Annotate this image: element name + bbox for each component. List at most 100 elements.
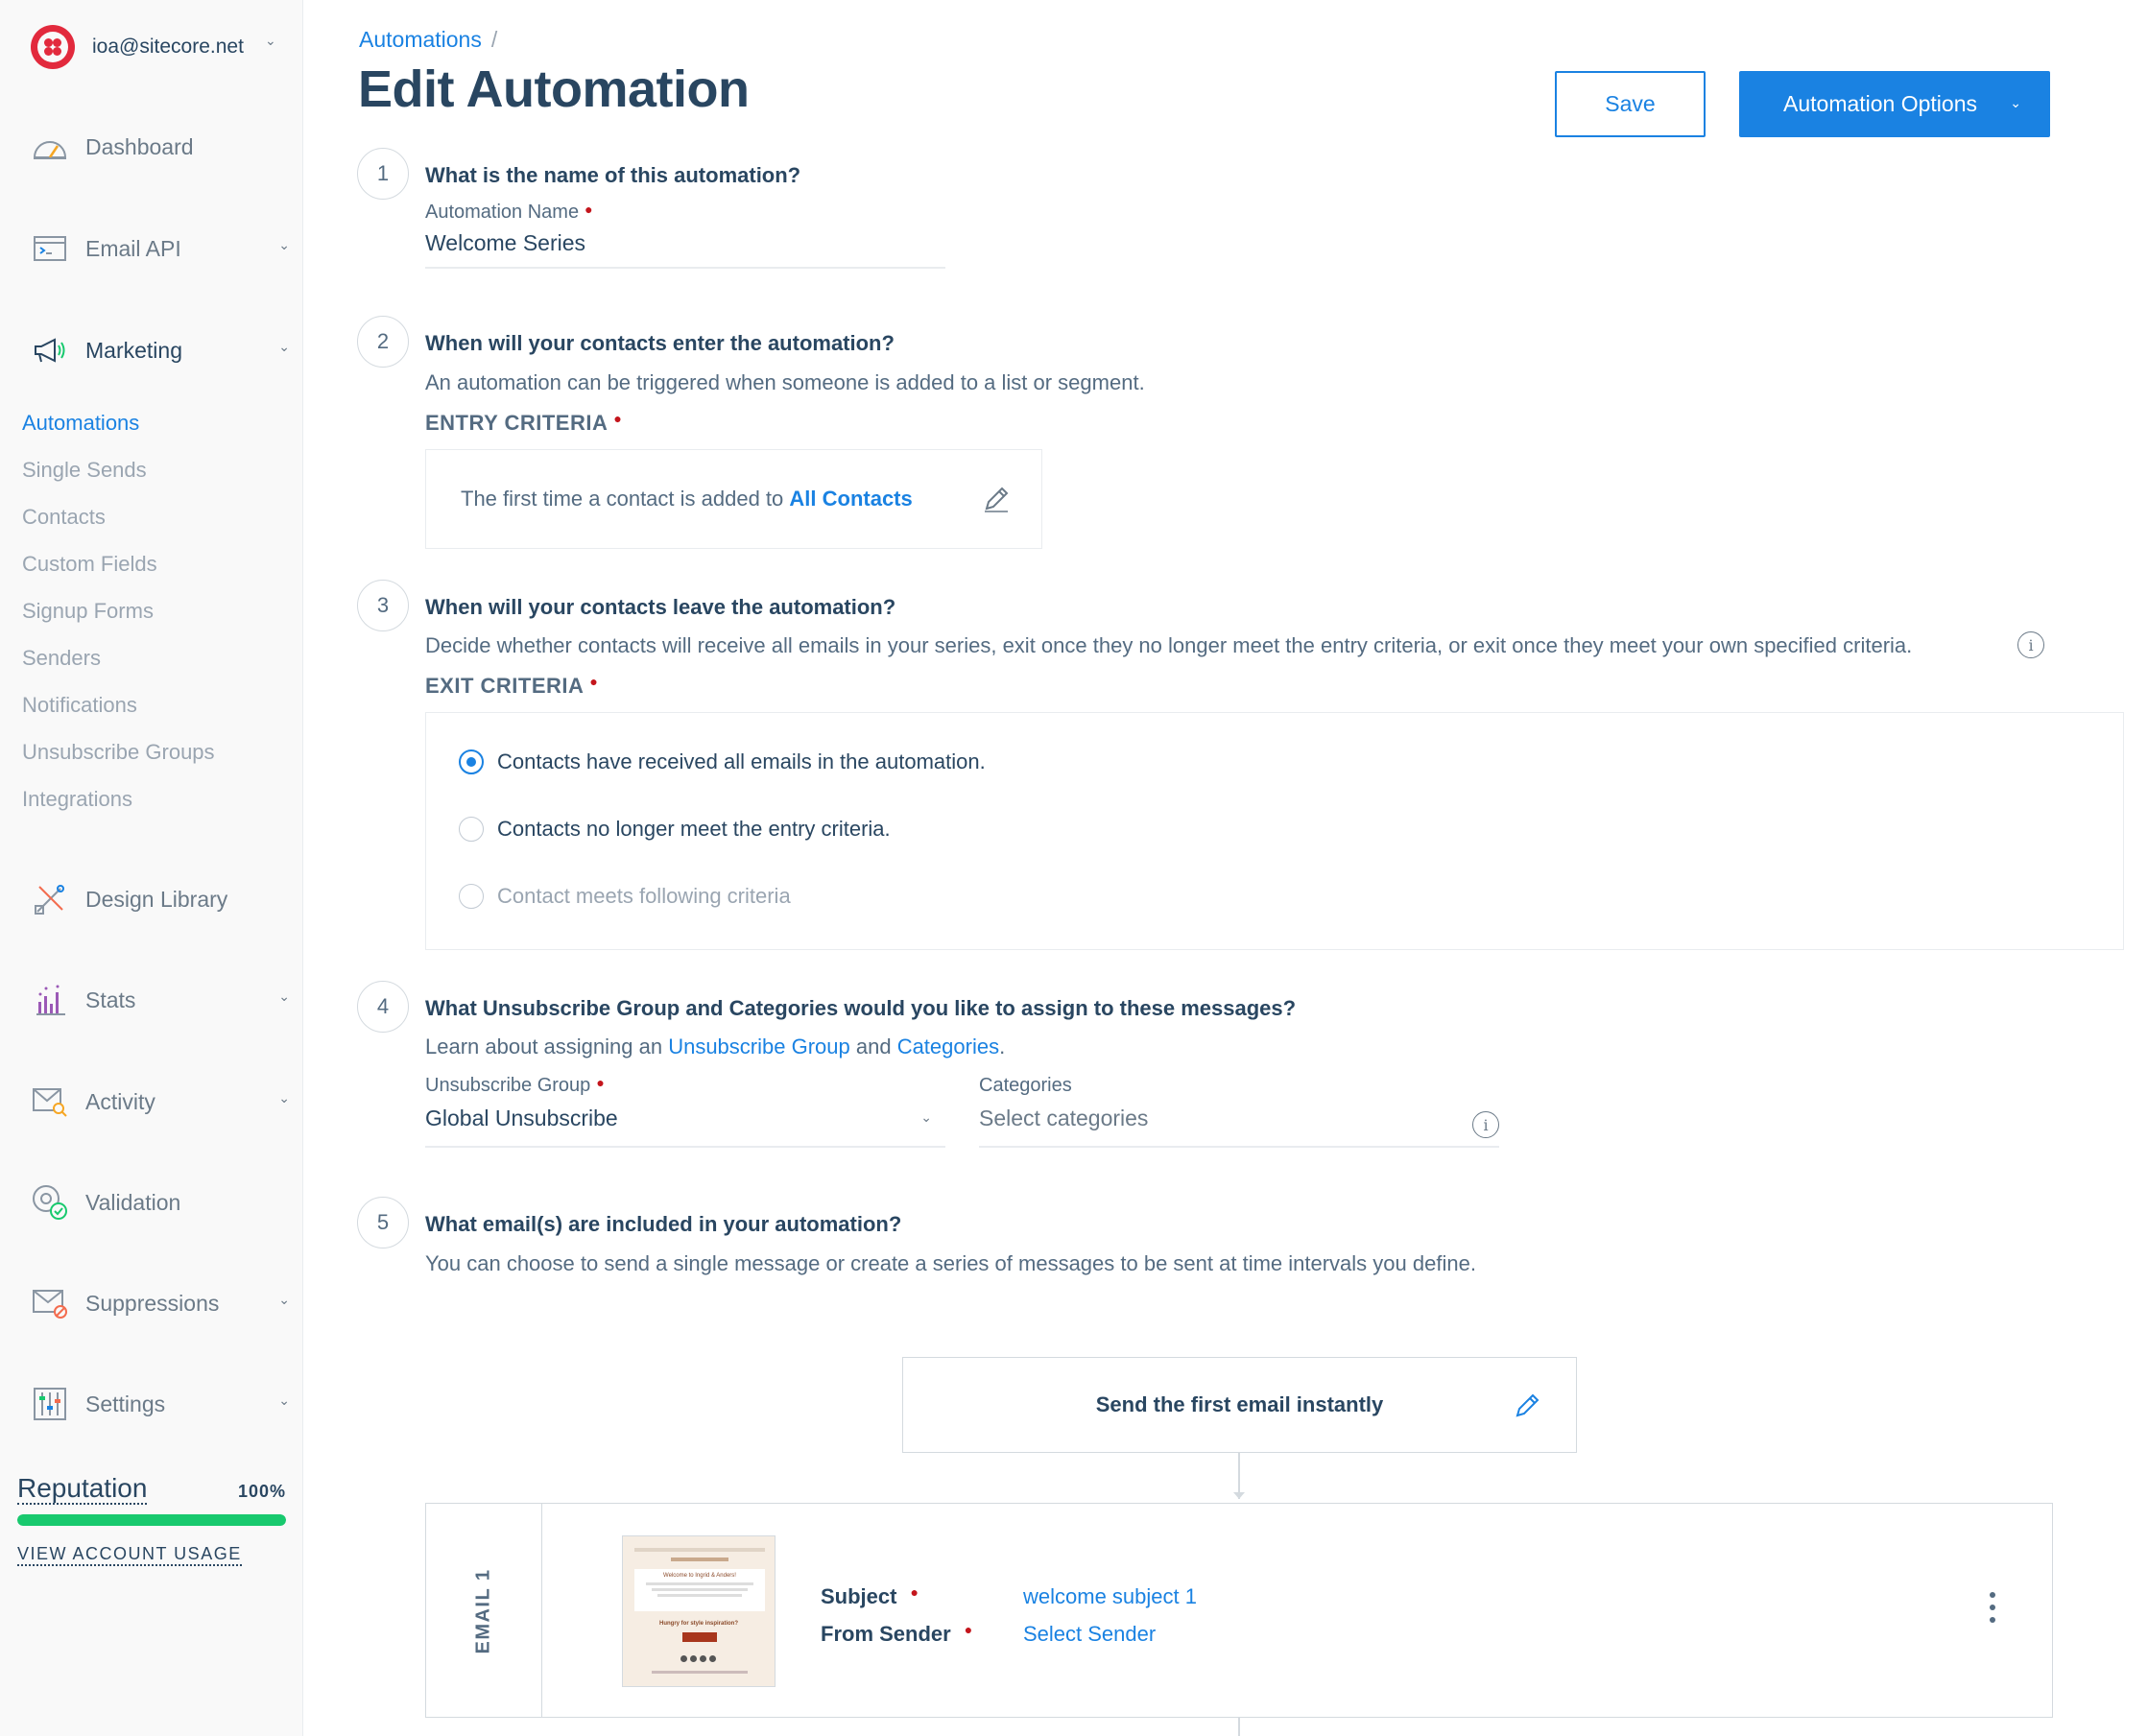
exit-option-label: Contact meets following criteria bbox=[497, 884, 791, 908]
subject-value-link[interactable]: welcome subject 1 bbox=[1023, 1584, 1197, 1609]
subnav-senders[interactable]: Senders bbox=[22, 646, 101, 671]
exit-option-no-longer-meet[interactable]: Contacts no longer meet the entry criter… bbox=[459, 817, 891, 842]
nav-design-library[interactable]: Design Library bbox=[31, 880, 290, 918]
step-3-question: When will your contacts leave the automa… bbox=[425, 595, 896, 619]
subnav-single-sends[interactable]: Single Sends bbox=[22, 458, 147, 483]
exit-option-all-emails[interactable]: Contacts have received all emails in the… bbox=[459, 749, 986, 774]
step-1-question: What is the name of this automation? bbox=[425, 163, 801, 187]
thumbnail-text-line bbox=[646, 1582, 753, 1585]
at-check-icon bbox=[31, 1183, 69, 1222]
nav-label: Email API bbox=[85, 235, 181, 261]
categories-help-link[interactable]: Categories bbox=[897, 1034, 999, 1058]
unsubscribe-group-label: Unsubscribe Group ● bbox=[425, 1075, 605, 1097]
send-trigger-box[interactable]: Send the first email instantly bbox=[902, 1357, 1577, 1453]
reputation-label[interactable]: Reputation bbox=[17, 1474, 148, 1505]
subnav-automations[interactable]: Automations bbox=[22, 411, 139, 436]
subnav-custom-fields[interactable]: Custom Fields bbox=[22, 552, 157, 577]
chevron-down-icon: ⌄ bbox=[2010, 95, 2021, 110]
step-4-desc-prefix: Learn about assigning an bbox=[425, 1034, 669, 1058]
save-button[interactable]: Save bbox=[1555, 71, 1706, 137]
required-indicator: ● bbox=[585, 202, 593, 217]
entry-criteria-label: ENTRY CRITERIA ● bbox=[425, 411, 622, 436]
step-5-question: What email(s) are included in your autom… bbox=[425, 1212, 902, 1236]
info-icon[interactable]: i bbox=[2017, 631, 2044, 658]
breadcrumb: Automations / bbox=[359, 27, 497, 53]
thumbnail-card: Welcome to Ingrid & Anders! bbox=[634, 1569, 765, 1611]
chevron-down-icon: ⌄ bbox=[278, 1292, 290, 1307]
exit-criteria-box: Contacts have received all emails in the… bbox=[425, 712, 2124, 950]
info-icon[interactable]: i bbox=[1472, 1111, 1499, 1138]
from-sender-label-text: From Sender bbox=[821, 1622, 951, 1646]
select-sender-link[interactable]: Select Sender bbox=[1023, 1622, 1156, 1647]
step-number-2: 2 bbox=[357, 316, 409, 368]
breadcrumb-separator: / bbox=[490, 27, 498, 52]
nav-settings[interactable]: Settings ⌄ bbox=[31, 1385, 290, 1423]
email-card[interactable]: EMAIL 1 Welcome to Ingrid & Anders! Hung… bbox=[425, 1503, 2053, 1718]
bar-chart-icon bbox=[31, 981, 69, 1019]
subnav-integrations[interactable]: Integrations bbox=[22, 787, 132, 812]
nav-marketing[interactable]: Marketing ⌄ bbox=[31, 331, 290, 369]
thumbnail-cta-text: Hungry for style inspiration? bbox=[658, 1621, 738, 1627]
subnav-signup-forms[interactable]: Signup Forms bbox=[22, 599, 154, 624]
page-title: Edit Automation bbox=[358, 60, 750, 118]
thumbnail-social-icons bbox=[680, 1655, 716, 1662]
reputation-percent: 100% bbox=[237, 1482, 286, 1501]
categories-input[interactable]: Select categories bbox=[979, 1106, 1499, 1148]
step-3-description: Decide whether contacts will receive all… bbox=[425, 633, 1913, 657]
chevron-down-icon: ⌄ bbox=[278, 988, 290, 1004]
chevron-down-icon: ⌄ bbox=[278, 237, 290, 252]
exit-criteria-label-text: EXIT CRITERIA bbox=[425, 674, 585, 698]
terminal-icon bbox=[31, 229, 69, 268]
twilio-logo-icon bbox=[31, 25, 75, 69]
nav-validation[interactable]: Validation bbox=[31, 1183, 290, 1222]
unsubscribe-group-help-link[interactable]: Unsubscribe Group bbox=[668, 1034, 850, 1058]
sidebar: ioa@sitecore.net ⌄ Dashboard Email API ⌄… bbox=[0, 0, 303, 1736]
radio-unselected[interactable] bbox=[459, 884, 484, 909]
radio-unselected[interactable] bbox=[459, 817, 484, 842]
step-4-desc-suffix: . bbox=[999, 1034, 1006, 1058]
more-options-icon[interactable] bbox=[1988, 1592, 1997, 1632]
breadcrumb-automations-link[interactable]: Automations bbox=[359, 27, 482, 52]
chevron-down-icon: ⌄ bbox=[278, 339, 290, 354]
subject-label-text: Subject bbox=[821, 1584, 897, 1608]
step-number-1: 1 bbox=[357, 148, 409, 200]
subnav-contacts[interactable]: Contacts bbox=[22, 505, 106, 530]
mail-block-icon bbox=[31, 1284, 69, 1322]
pencil-icon[interactable] bbox=[1512, 1391, 1542, 1421]
reputation-bar bbox=[17, 1514, 286, 1526]
exit-option-custom-criteria[interactable]: Contact meets following criteria bbox=[459, 884, 791, 909]
automation-name-label: Automation Name ● bbox=[425, 202, 593, 224]
thumbnail-button bbox=[682, 1632, 717, 1642]
nav-label: Settings bbox=[85, 1391, 166, 1416]
pencil-icon[interactable] bbox=[981, 484, 1012, 514]
categories-placeholder: Select categories bbox=[979, 1106, 1149, 1130]
view-account-usage-link[interactable]: VIEW ACCOUNT USAGE bbox=[17, 1543, 242, 1566]
automation-options-button[interactable]: Automation Options ⌄ bbox=[1739, 71, 2050, 137]
categories-label: Categories bbox=[979, 1075, 1072, 1096]
email-thumbnail[interactable]: Welcome to Ingrid & Anders! Hungry for s… bbox=[622, 1535, 776, 1687]
subnav-notifications[interactable]: Notifications bbox=[22, 693, 137, 718]
radio-selected[interactable] bbox=[459, 749, 484, 774]
account-switcher[interactable]: ioa@sitecore.net ⌄ bbox=[31, 25, 276, 69]
nav-label: Suppressions bbox=[85, 1290, 220, 1316]
step-4-desc-mid: and bbox=[849, 1034, 897, 1058]
entry-list-link[interactable]: All Contacts bbox=[789, 487, 912, 511]
unsubscribe-group-select[interactable]: Global Unsubscribe ⌄ bbox=[425, 1106, 945, 1148]
megaphone-icon bbox=[31, 331, 69, 369]
step-2-description: An automation can be triggered when some… bbox=[425, 370, 1145, 394]
automation-name-input[interactable]: Welcome Series bbox=[425, 230, 945, 269]
nav-stats[interactable]: Stats ⌄ bbox=[31, 981, 290, 1019]
automation-name-label-text: Automation Name bbox=[425, 202, 580, 223]
chevron-down-icon: ⌄ bbox=[278, 1090, 290, 1106]
unsubscribe-group-label-text: Unsubscribe Group bbox=[425, 1075, 591, 1096]
nav-dashboard[interactable]: Dashboard bbox=[31, 128, 290, 166]
step-4-question: What Unsubscribe Group and Categories wo… bbox=[425, 996, 1297, 1020]
nav-suppressions[interactable]: Suppressions ⌄ bbox=[31, 1284, 290, 1322]
nav-email-api[interactable]: Email API ⌄ bbox=[31, 229, 290, 268]
reputation-meter: Reputation 100% bbox=[17, 1474, 286, 1526]
nav-activity[interactable]: Activity ⌄ bbox=[31, 1082, 290, 1121]
automation-options-label: Automation Options bbox=[1783, 91, 1978, 116]
thumbnail-text-line bbox=[657, 1594, 742, 1597]
required-indicator: ● bbox=[964, 1622, 973, 1637]
subnav-unsubscribe-groups[interactable]: Unsubscribe Groups bbox=[22, 740, 215, 765]
